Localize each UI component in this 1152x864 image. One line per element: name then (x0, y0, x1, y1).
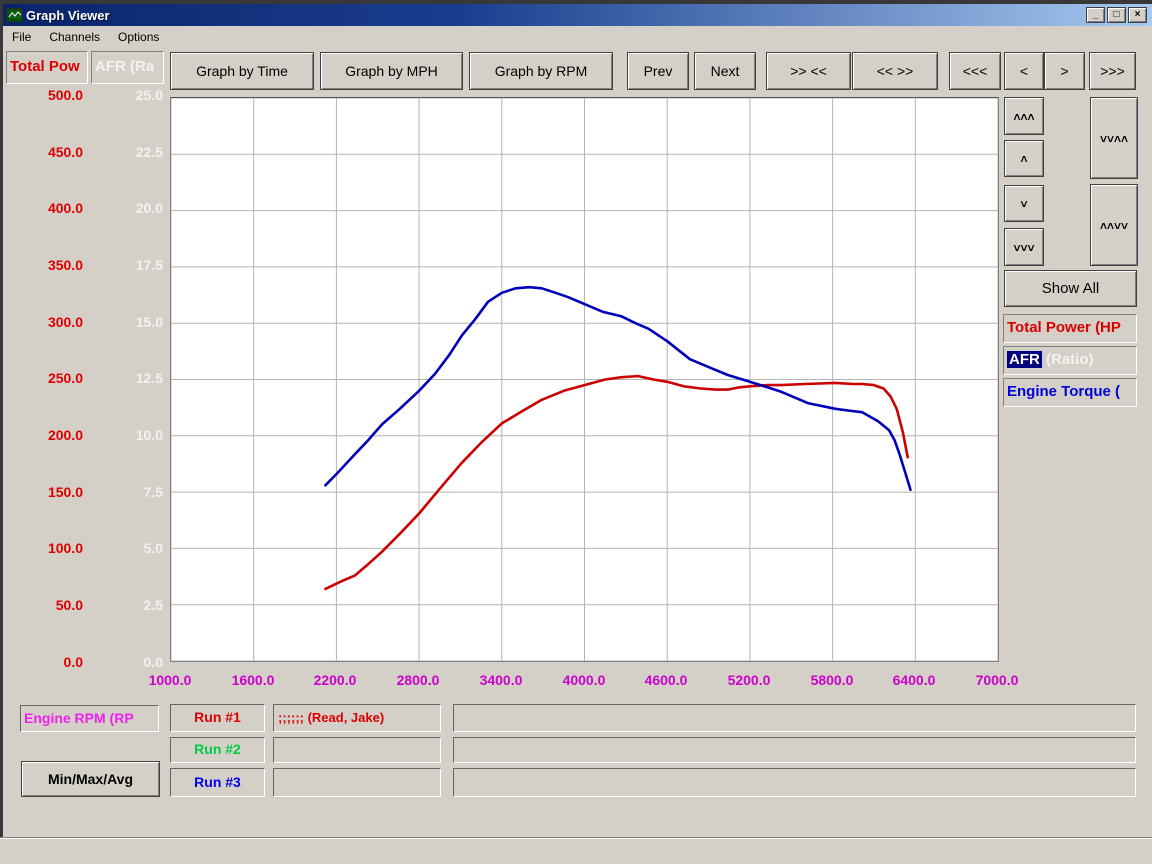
run3-info-box (273, 768, 441, 797)
afr-channel-header[interactable]: AFR (Ra (91, 51, 164, 84)
x-tick-label: 2200.0 (305, 672, 365, 688)
taskbar: Start MD 7000 Controller (V 2.... Horsep… (0, 838, 1152, 864)
afr-tick-label: 12.5 (87, 370, 163, 386)
x-tick-label: 5800.0 (802, 672, 862, 688)
menu-options[interactable]: Options (109, 28, 168, 46)
afr-tick-label: 20.0 (87, 200, 163, 216)
titlebar[interactable]: Graph Viewer _ □ × (3, 4, 1152, 26)
run2-box[interactable]: Run #2 (170, 737, 265, 763)
scroll-last-button[interactable]: >>> (1089, 52, 1136, 90)
scroll-top-button[interactable]: ˄˄˄ (1004, 97, 1044, 135)
afr-tick-label: 17.5 (87, 257, 163, 273)
scroll-up-button[interactable]: ˄ (1004, 140, 1044, 177)
scroll-first-button[interactable]: <<< (949, 52, 1001, 90)
legend-engine-torque[interactable]: Engine Torque ( (1003, 378, 1137, 407)
afr-tick-label: 0.0 (87, 654, 163, 670)
show-all-button[interactable]: Show All (1004, 270, 1137, 307)
scroll-right-button[interactable]: > (1044, 52, 1085, 90)
app-icon (6, 8, 22, 22)
scroll-bottom-button[interactable]: ˅˅˅ (1004, 228, 1044, 266)
zoom-out-horizontal-button[interactable]: << >> (852, 52, 938, 90)
x-tick-label: 4000.0 (554, 672, 614, 688)
power-tick-label: 350.0 (3, 257, 83, 273)
desktop: Graph Viewer _ □ × File Channels Options… (0, 0, 1152, 864)
graph-by-time-button[interactable]: Graph by Time (170, 52, 314, 90)
minimize-button[interactable]: _ (1086, 7, 1105, 23)
min-max-avg-button[interactable]: Min/Max/Avg (21, 761, 160, 797)
run3-box[interactable]: Run #3 (170, 768, 265, 797)
chart-plot-area[interactable] (170, 97, 999, 662)
x-channel-box[interactable]: Engine RPM (RP (20, 705, 159, 732)
run3-data-box (453, 768, 1136, 797)
close-button[interactable]: × (1128, 7, 1147, 23)
menubar: File Channels Options (3, 26, 1152, 47)
legend-total-power-label: Total Power (HP (1007, 319, 1121, 336)
vertical-zoom-out-button[interactable]: ˄˄˅˅ (1090, 184, 1138, 266)
afr-tick-label: 25.0 (87, 87, 163, 103)
chart-svg (171, 98, 998, 661)
afr-tick-label: 2.5 (87, 597, 163, 613)
x-tick-label: 1000.0 (140, 672, 200, 688)
afr-tick-label: 22.5 (87, 144, 163, 160)
power-tick-label: 150.0 (3, 484, 83, 500)
legend-total-power[interactable]: Total Power (HP (1003, 314, 1137, 343)
x-axis: 1000.01600.02200.02800.03400.04000.04600… (170, 672, 1030, 694)
menu-file[interactable]: File (3, 28, 40, 46)
run1-data-box (453, 704, 1136, 732)
power-tick-label: 0.0 (3, 654, 83, 670)
x-tick-label: 5200.0 (719, 672, 779, 688)
menu-channels[interactable]: Channels (40, 28, 109, 46)
legend-afr[interactable]: AFR (Ratio) (1003, 346, 1137, 375)
maximize-button[interactable]: □ (1107, 7, 1126, 23)
power-tick-label: 400.0 (3, 200, 83, 216)
power-tick-label: 50.0 (3, 597, 83, 613)
x-tick-label: 6400.0 (884, 672, 944, 688)
power-tick-label: 100.0 (3, 540, 83, 556)
power-tick-label: 450.0 (3, 144, 83, 160)
afr-axis: 25.0 22.5 20.0 17.5 15.0 12.5 10.0 7.5 5.0 2.5 0.0 (87, 87, 163, 667)
run2-info-box (273, 737, 441, 763)
scroll-left-button[interactable]: < (1004, 52, 1044, 90)
power-axis: 500.0 450.0 400.0 350.0 300.0 250.0 200.0 150.0… (3, 87, 83, 667)
afr-tick-label: 10.0 (87, 427, 163, 443)
vertical-zoom-in-button[interactable]: ˅˅˄˄ (1090, 97, 1138, 179)
x-tick-label: 2800.0 (388, 672, 448, 688)
afr-tick-label: 15.0 (87, 314, 163, 330)
graph-by-mph-button[interactable]: Graph by MPH (320, 52, 463, 90)
x-tick-label: 3400.0 (471, 672, 531, 688)
run1-box[interactable]: Run #1 (170, 704, 265, 732)
prev-button[interactable]: Prev (627, 52, 689, 90)
graph-viewer-window: Graph Viewer _ □ × File Channels Options… (0, 0, 1152, 838)
afr-tick-label: 7.5 (87, 484, 163, 500)
x-tick-label: 1600.0 (223, 672, 283, 688)
legend-afr-selected: AFR (1007, 351, 1042, 368)
legend-afr-rest: (Ratio) (1042, 351, 1094, 368)
legend-engine-torque-label: Engine Torque ( (1007, 383, 1120, 400)
power-tick-label: 200.0 (3, 427, 83, 443)
zoom-in-horizontal-button[interactable]: >> << (766, 52, 851, 90)
graph-by-rpm-button[interactable]: Graph by RPM (469, 52, 613, 90)
x-tick-label: 4600.0 (636, 672, 696, 688)
x-tick-label: 7000.0 (967, 672, 1027, 688)
window-title: Graph Viewer (26, 8, 110, 23)
power-tick-label: 300.0 (3, 314, 83, 330)
scroll-down-button[interactable]: ˅ (1004, 185, 1044, 222)
next-button[interactable]: Next (694, 52, 756, 90)
run1-info-box: ;;;;;; (Read, Jake) (273, 704, 441, 732)
power-tick-label: 250.0 (3, 370, 83, 386)
afr-tick-label: 5.0 (87, 540, 163, 556)
power-tick-label: 500.0 (3, 87, 83, 103)
power-channel-header[interactable]: Total Pow (6, 51, 88, 84)
run2-data-box (453, 737, 1136, 763)
